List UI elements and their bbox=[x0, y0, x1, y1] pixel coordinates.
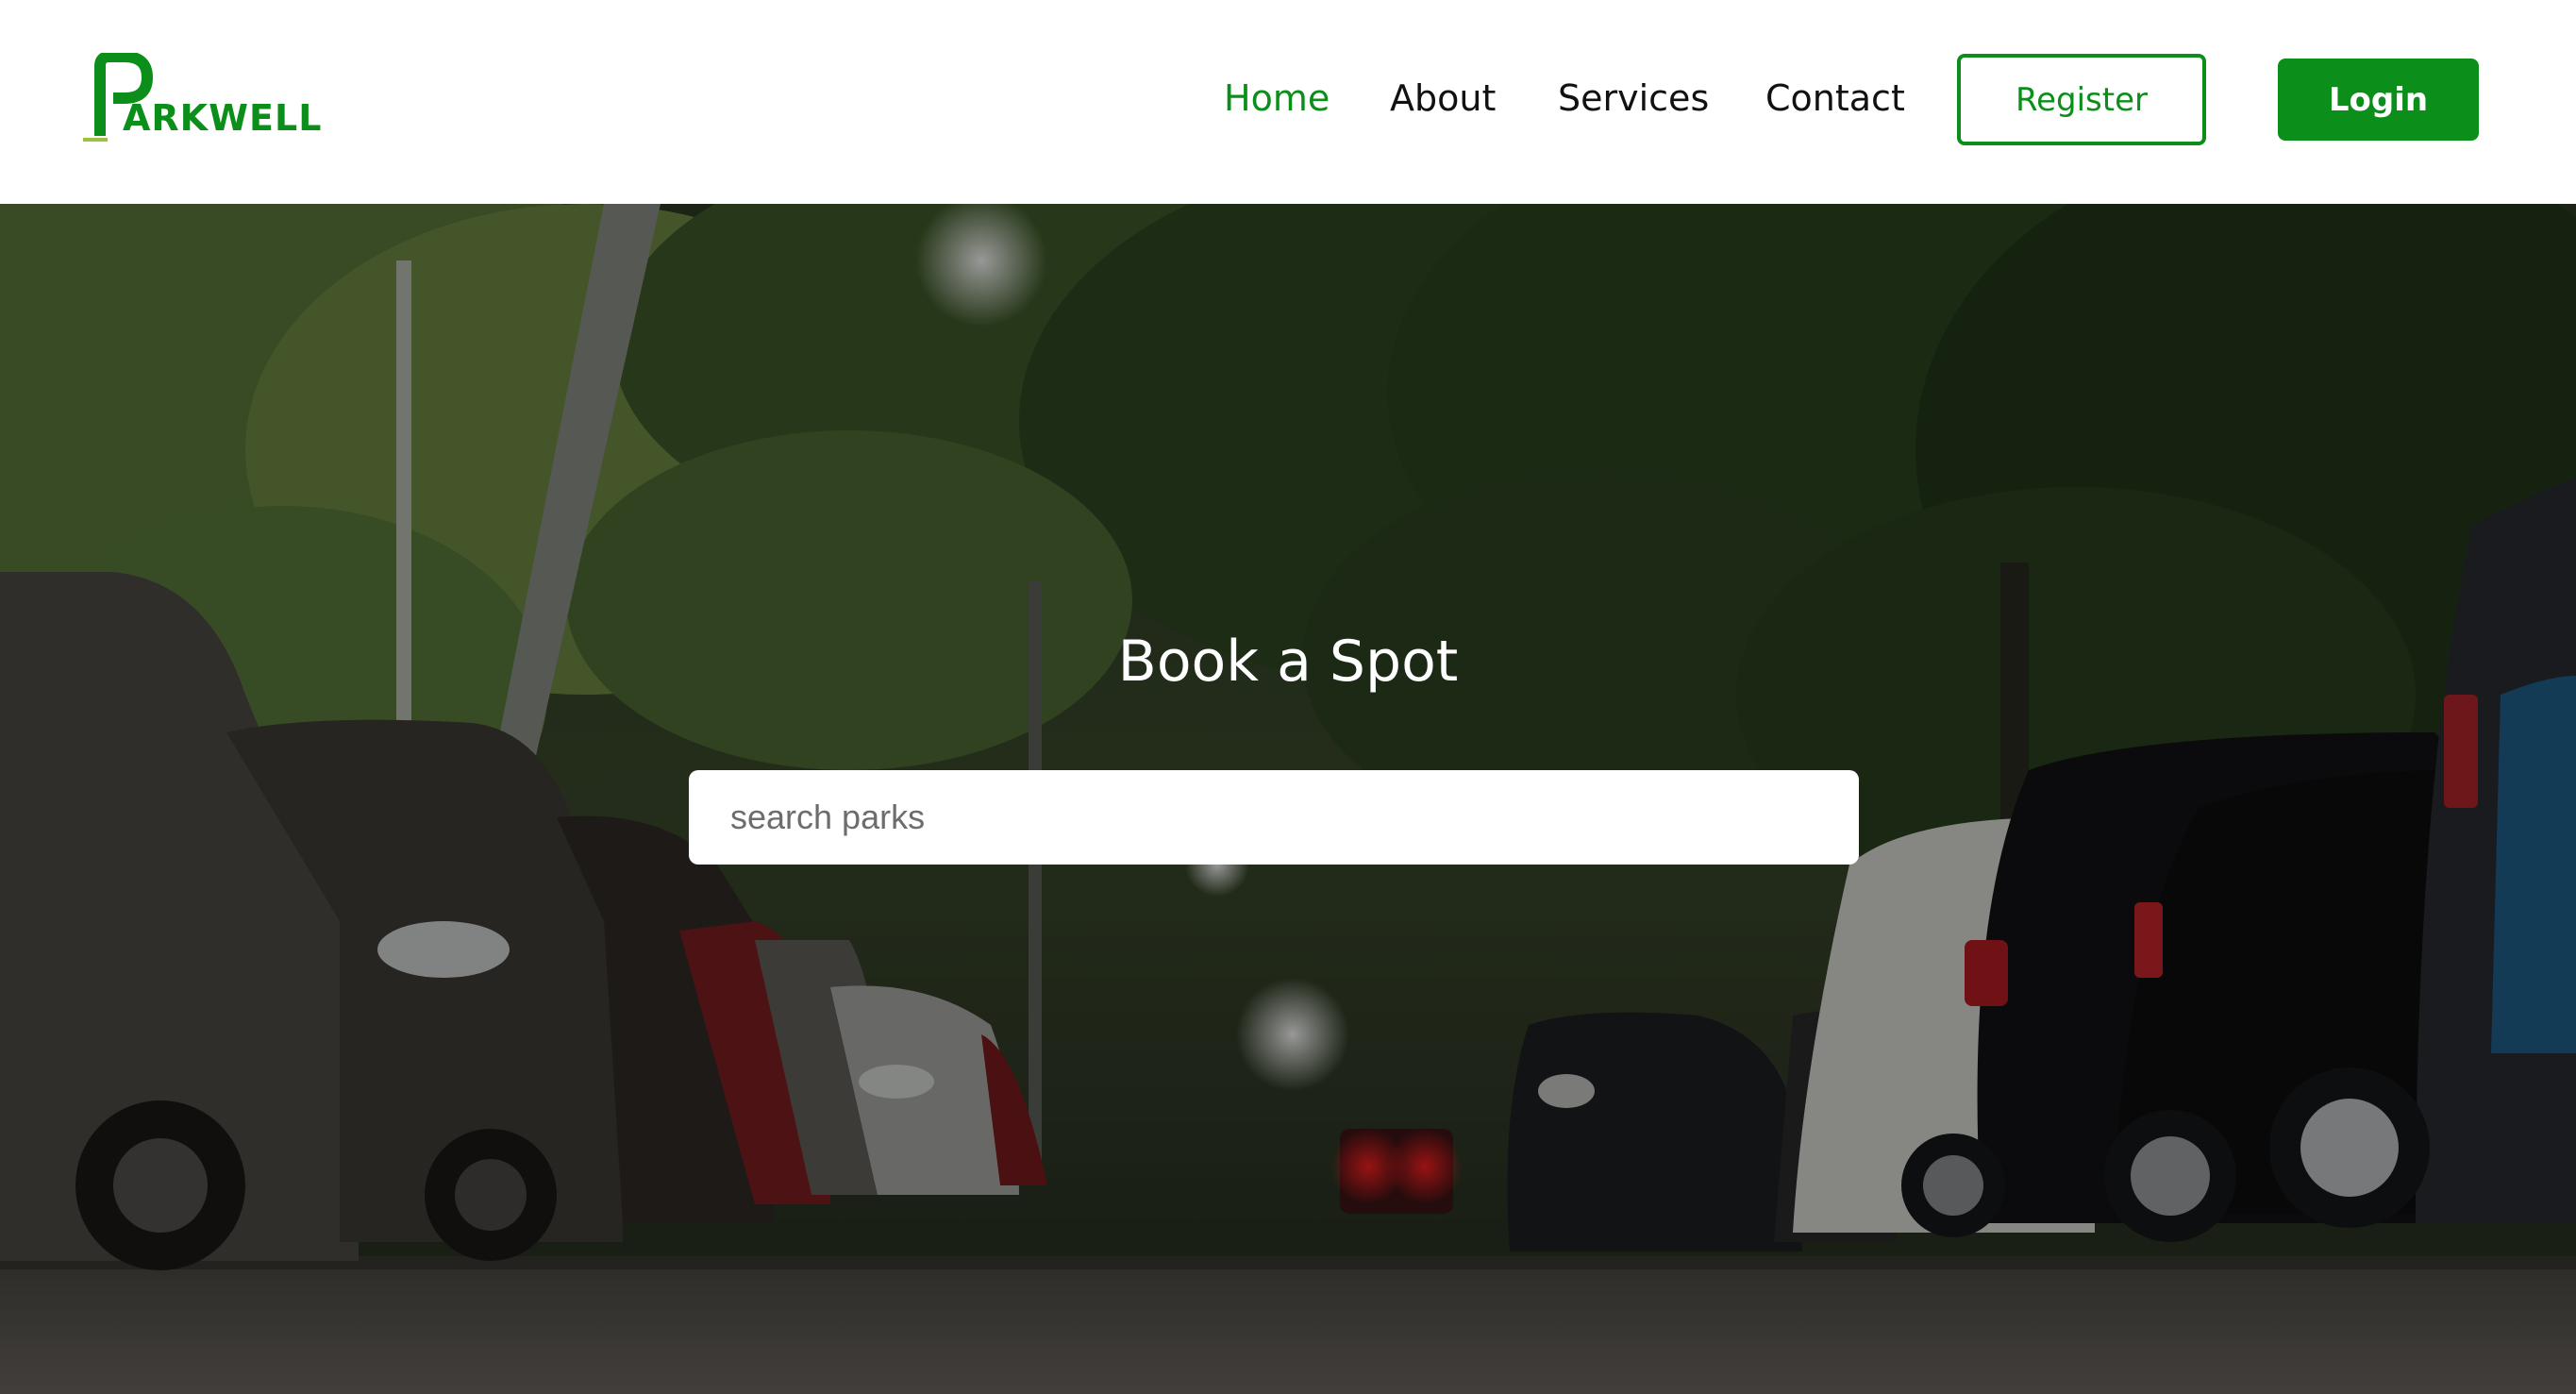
brand-name: ARKWELL bbox=[123, 97, 323, 139]
nav-contact[interactable]: Contact bbox=[1765, 72, 1905, 125]
search-parks-input[interactable] bbox=[689, 770, 1859, 865]
site-header: ARKWELL Home About Services Contact Regi… bbox=[0, 0, 2576, 204]
parkwell-logo[interactable]: ARKWELL bbox=[75, 53, 321, 147]
nav-about[interactable]: About bbox=[1390, 72, 1496, 125]
hero-section: Book a Spot bbox=[0, 204, 2576, 1394]
register-button[interactable]: Register bbox=[1957, 54, 2206, 145]
hero-title: Book a Spot bbox=[1117, 629, 1459, 695]
nav-home[interactable]: Home bbox=[1224, 72, 1330, 125]
register-button-label: Register bbox=[2016, 80, 2148, 119]
login-button-label: Login bbox=[2328, 80, 2429, 119]
nav-services[interactable]: Services bbox=[1558, 72, 1709, 125]
login-button[interactable]: Login bbox=[2278, 59, 2479, 141]
